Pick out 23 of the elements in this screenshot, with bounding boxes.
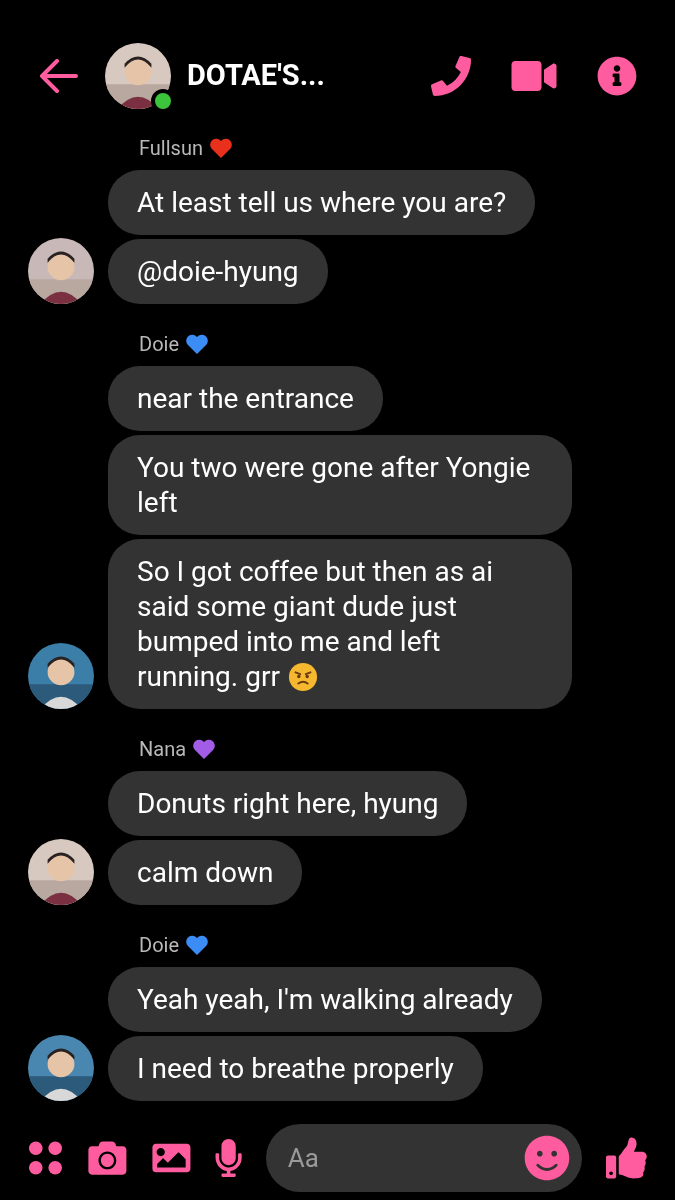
sender-name: Doie — [139, 331, 179, 358]
apps-icon[interactable] — [28, 1140, 63, 1176]
back-arrow-icon[interactable] — [38, 59, 78, 93]
message-bubble: So I got coffee but then as ai said some giant dude just bumped into me and left running. grr — [108, 539, 572, 709]
message-bubble: @doie-hyung — [108, 239, 328, 304]
message-bubble: calm down — [108, 840, 303, 905]
sender-name: Nana — [139, 736, 187, 763]
sender-name: Doie — [139, 932, 179, 959]
thumbs-up-icon[interactable] — [606, 1137, 647, 1179]
message-bubble: I need to breathe properly — [108, 1036, 483, 1101]
message-bubble: You two were gone after Yongie left — [108, 435, 572, 535]
message-bubble: At least tell us where you are? — [108, 170, 536, 235]
message-bubble: Donuts right here, hyung — [108, 771, 468, 836]
chat-title: DOTAE'S... — [187, 57, 325, 95]
microphone-icon[interactable] — [214, 1139, 242, 1177]
emoji-icon[interactable] — [524, 1135, 571, 1181]
message-field[interactable]: Aa — [265, 1124, 583, 1192]
message-bubble: Yeah yeah, I'm walking already — [108, 967, 542, 1032]
message-bubble: near the entrance — [108, 366, 383, 431]
camera-icon[interactable] — [86, 1139, 128, 1177]
info-icon[interactable] — [597, 56, 637, 96]
phone-icon[interactable] — [431, 56, 471, 96]
sender-name: Fullsun — [139, 135, 203, 162]
